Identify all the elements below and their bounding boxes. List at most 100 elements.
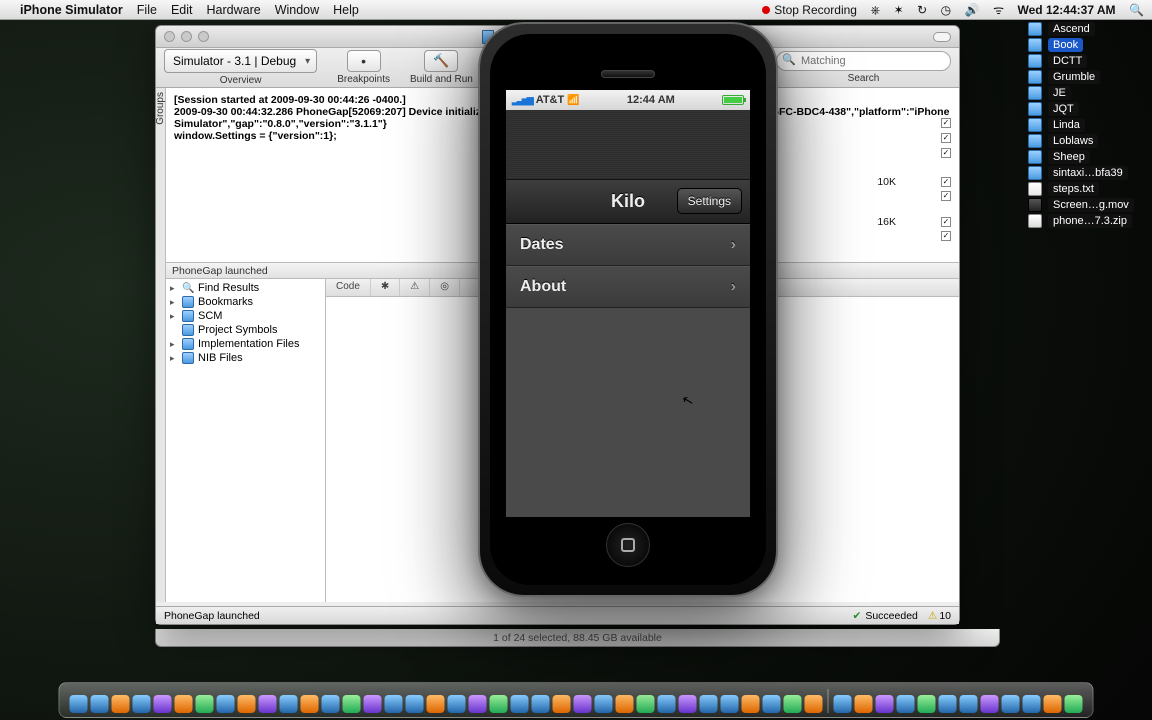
spotlight-icon[interactable]: 🔍 [1129, 3, 1144, 17]
desktop-file[interactable]: JQT [1028, 102, 1148, 116]
dock-item[interactable] [834, 695, 852, 713]
zoom-button[interactable] [198, 31, 209, 42]
tree-item[interactable]: NIB Files [166, 351, 325, 365]
desktop-file[interactable]: sintaxi…bfa39 [1028, 166, 1148, 180]
menubar-app-name[interactable]: iPhone Simulator [20, 3, 123, 17]
dock-item[interactable] [1002, 695, 1020, 713]
dock-item[interactable] [700, 695, 718, 713]
dock-item[interactable] [427, 695, 445, 713]
search-input[interactable] [776, 51, 951, 71]
dock-item[interactable] [616, 695, 634, 713]
menu-edit[interactable]: Edit [171, 3, 193, 17]
tree-item[interactable]: Find Results [166, 281, 325, 295]
iphone-simulator[interactable]: AT&T 12:44 AM Kilo Settings Dates › Abou… [478, 22, 778, 597]
dock-item[interactable] [301, 695, 319, 713]
menuextra-icon[interactable]: ◷ [941, 3, 951, 17]
dock-item[interactable] [385, 695, 403, 713]
desktop-file[interactable]: Book [1028, 38, 1148, 52]
close-button[interactable] [164, 31, 175, 42]
home-button[interactable] [606, 523, 650, 567]
dock-item[interactable] [939, 695, 957, 713]
desktop-file[interactable]: steps.txt [1028, 182, 1148, 196]
dock-item[interactable] [763, 695, 781, 713]
chevron-right-icon: › [731, 278, 736, 296]
dock-item[interactable] [855, 695, 873, 713]
dock-item[interactable] [511, 695, 529, 713]
dock-item[interactable] [532, 695, 550, 713]
dock-item[interactable] [322, 695, 340, 713]
dock-item[interactable] [721, 695, 739, 713]
dock-item[interactable] [490, 695, 508, 713]
dock-item[interactable] [259, 695, 277, 713]
menu-file[interactable]: File [137, 3, 157, 17]
dock-item[interactable] [217, 695, 235, 713]
menuextra-icon[interactable]: ⎈ [870, 3, 880, 17]
warnings-count[interactable]: 10 [928, 610, 951, 622]
toolbar-toggle-button[interactable] [933, 32, 951, 42]
desktop-file[interactable]: phone…7.3.zip [1028, 214, 1148, 228]
dock-item[interactable] [918, 695, 936, 713]
dock-item[interactable] [343, 695, 361, 713]
dock-item[interactable] [448, 695, 466, 713]
dock-item[interactable] [1065, 695, 1083, 713]
dock-item[interactable] [1044, 695, 1062, 713]
dock-item[interactable] [897, 695, 915, 713]
dock-item[interactable] [175, 695, 193, 713]
list-item-about[interactable]: About › [506, 266, 750, 308]
desktop-file[interactable]: DCTT [1028, 54, 1148, 68]
dock-item[interactable] [595, 695, 613, 713]
menu-hardware[interactable]: Hardware [207, 3, 261, 17]
desktop-file[interactable]: Grumble [1028, 70, 1148, 84]
dock-item[interactable] [280, 695, 298, 713]
volume-icon[interactable]: 🔊 [965, 3, 980, 17]
iphone-screen[interactable]: AT&T 12:44 AM Kilo Settings Dates › Abou… [506, 90, 750, 517]
dock-item[interactable] [876, 695, 894, 713]
tree-item[interactable]: Bookmarks [166, 295, 325, 309]
tree-item[interactable]: Project Symbols [166, 323, 325, 337]
dock-item[interactable] [112, 695, 130, 713]
stop-recording-menuextra[interactable]: Stop Recording [762, 3, 857, 17]
dock-item[interactable] [658, 695, 676, 713]
wifi-icon[interactable]: ᯤ [993, 3, 1004, 17]
menuextra-icon[interactable]: ↻ [917, 3, 927, 17]
desktop-files: Ascend Book DCTT Grumble JE JQT Linda Lo… [1028, 20, 1148, 230]
dock-item[interactable] [1023, 695, 1041, 713]
tree-item[interactable]: SCM [166, 309, 325, 323]
desktop-file[interactable]: Linda [1028, 118, 1148, 132]
desktop-file[interactable]: Screen…g.mov [1028, 198, 1148, 212]
menu-help[interactable]: Help [333, 3, 359, 17]
breakpoints-button[interactable]: Breakpoints [337, 50, 390, 85]
dock-item[interactable] [238, 695, 256, 713]
desktop-file[interactable]: Sheep [1028, 150, 1148, 164]
list-item-dates[interactable]: Dates › [506, 224, 750, 266]
minimize-button[interactable] [181, 31, 192, 42]
dock-item[interactable] [742, 695, 760, 713]
dock-item[interactable] [70, 695, 88, 713]
build-and-run-button[interactable]: Build and Run [410, 50, 473, 85]
menubar-clock[interactable]: Wed 12:44:37 AM [1018, 3, 1116, 17]
dock-item[interactable] [574, 695, 592, 713]
dock-item[interactable] [805, 695, 823, 713]
tree-item[interactable]: Implementation Files [166, 337, 325, 351]
menu-window[interactable]: Window [275, 3, 319, 17]
settings-button[interactable]: Settings [677, 188, 742, 214]
dock-item[interactable] [133, 695, 151, 713]
scheme-selector[interactable]: Simulator - 3.1 | Debug [164, 49, 317, 73]
dock-item[interactable] [196, 695, 214, 713]
dock-item[interactable] [406, 695, 424, 713]
dock-item[interactable] [637, 695, 655, 713]
desktop-file[interactable]: JE [1028, 86, 1148, 100]
dock-item[interactable] [679, 695, 697, 713]
dock-item[interactable] [364, 695, 382, 713]
dock-item[interactable] [981, 695, 999, 713]
dock-item[interactable] [469, 695, 487, 713]
desktop-file[interactable]: Loblaws [1028, 134, 1148, 148]
desktop-file[interactable]: Ascend [1028, 22, 1148, 36]
dock-item[interactable] [553, 695, 571, 713]
dock-item[interactable] [784, 695, 802, 713]
menuextra-icon[interactable]: ✶ [894, 3, 904, 17]
dock-item[interactable] [154, 695, 172, 713]
dock-item[interactable] [960, 695, 978, 713]
build-succeeded-label[interactable]: Succeeded [853, 610, 918, 622]
dock-item[interactable] [91, 695, 109, 713]
